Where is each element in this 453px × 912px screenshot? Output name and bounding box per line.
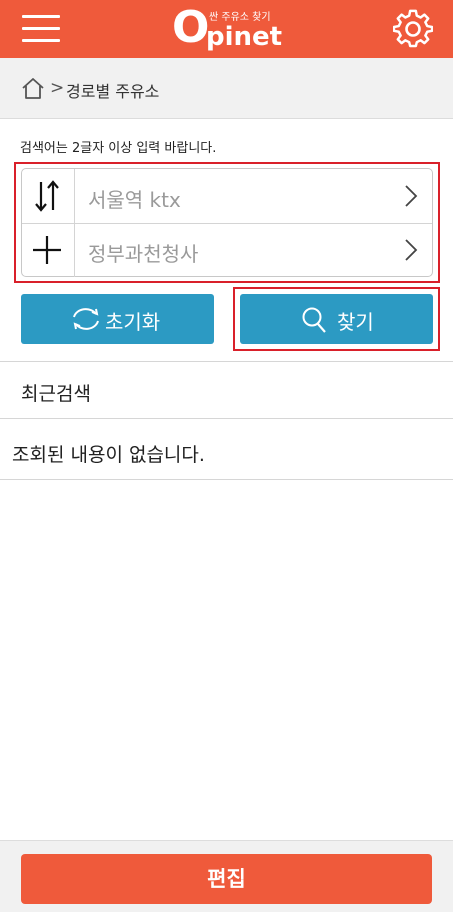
- edit-button[interactable]: 편집: [21, 854, 432, 904]
- app-header: O 싼 주유소 찾기 pinet: [0, 0, 453, 58]
- recent-search-title: 최근검색: [21, 383, 91, 405]
- opinet-logo[interactable]: O 싼 주유소 찾기 pinet: [172, 4, 284, 54]
- swap-arrows-icon: [35, 180, 59, 212]
- hamburger-menu-icon[interactable]: [22, 13, 60, 43]
- search-hint: 검색어는 2글자 이상 입력 바랍니다.: [20, 141, 217, 156]
- reset-button-label: 초기화: [105, 310, 161, 334]
- origin-row[interactable]: 서울역 ktx: [22, 169, 432, 224]
- swap-button[interactable]: [22, 169, 75, 223]
- logo-letter-o: O: [172, 2, 210, 53]
- destination-input[interactable]: 정부과천청사: [88, 238, 198, 267]
- plus-icon: [33, 236, 61, 264]
- chevron-right-icon[interactable]: [404, 238, 418, 262]
- chevron-right-icon[interactable]: [404, 184, 418, 208]
- breadcrumb-separator: >: [50, 78, 65, 98]
- divider: [0, 418, 453, 419]
- route-input-group: 서울역 ktx 정부과천청사: [21, 168, 433, 277]
- destination-row[interactable]: 정부과천청사: [22, 223, 432, 277]
- logo-subtitle: 싼 주유소 찾기: [209, 12, 271, 23]
- origin-input[interactable]: 서울역 ktx: [88, 184, 181, 213]
- breadcrumb: > 경로별 주유소: [0, 58, 453, 119]
- logo-text: pinet: [206, 22, 283, 52]
- reset-button[interactable]: 초기화: [21, 294, 214, 344]
- add-waypoint-button[interactable]: [22, 223, 75, 277]
- breadcrumb-current: 경로별 주유소: [66, 82, 160, 101]
- footer-bar: 편집: [0, 840, 453, 912]
- divider: [0, 361, 453, 362]
- search-icon: [302, 307, 326, 333]
- divider: [0, 479, 453, 480]
- home-icon[interactable]: [21, 77, 45, 99]
- gear-icon[interactable]: [393, 9, 433, 49]
- search-button-label: 찾기: [337, 310, 374, 334]
- search-button[interactable]: 찾기: [240, 294, 433, 344]
- empty-result-message: 조회된 내용이 없습니다.: [12, 444, 205, 466]
- refresh-icon: [73, 308, 99, 330]
